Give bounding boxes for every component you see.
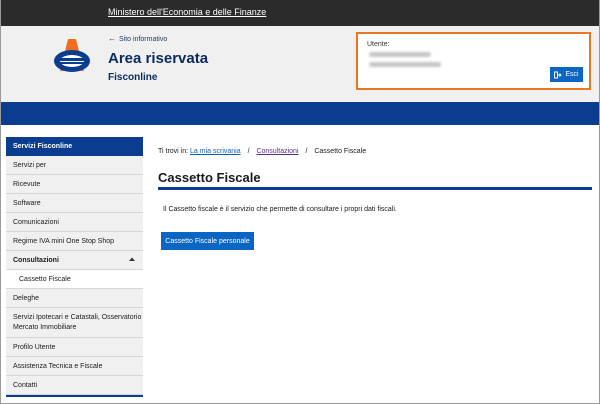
sidebar-item-regime-iva[interactable]: Regime IVA mini One Stop Shop <box>6 232 143 251</box>
sidebar-item-label: Profilo Utente <box>13 344 56 351</box>
window-border-left <box>0 0 1 404</box>
ministry-link[interactable]: Ministero dell'Economia e delle Finanze <box>108 7 266 17</box>
sidebar-item-assistenza[interactable]: Assistenza Tecnica e Fiscale <box>6 357 143 376</box>
breadcrumb: Ti trovi in: La mia scrivania / Consulta… <box>158 148 366 155</box>
sidebar-item-consultazioni[interactable]: Consultazioni <box>6 251 143 270</box>
nav-band <box>0 102 600 125</box>
sidebar-item-comunicazioni[interactable]: Comunicazioni <box>6 213 143 232</box>
ministry-topbar: Ministero dell'Economia e delle Finanze <box>0 0 600 26</box>
site-header: ← Sito informativo Area riservata Fisconl… <box>0 26 600 102</box>
title-divider <box>158 187 592 190</box>
user-box: Utente: Esci <box>356 32 591 90</box>
user-id-redacted <box>369 52 431 57</box>
sidebar-item-ricevute[interactable]: Ricevute <box>6 175 143 194</box>
sidebar-bottom-rule <box>6 395 143 397</box>
agenzia-entrate-logo-icon[interactable] <box>50 31 94 77</box>
cassetto-fiscale-personale-button[interactable]: Cassetto Fiscale personale <box>161 232 254 250</box>
user-label: Utente: <box>367 41 390 48</box>
sidebar: Servizi Fisconline Servizi per Ricevute … <box>6 137 143 397</box>
logout-icon <box>554 71 563 79</box>
arrow-left-icon: ← <box>108 34 116 43</box>
sidebar-item-label: Consultazioni <box>13 257 59 264</box>
sidebar-item-deleghe[interactable]: Deleghe <box>6 289 143 308</box>
page-description: Il Cassetto fiscale è il servizio che pe… <box>163 206 397 213</box>
exit-label: Esci <box>565 71 579 78</box>
breadcrumb-prefix: Ti trovi in: <box>158 148 189 155</box>
sidebar-item-label: Assistenza Tecnica e Fiscale <box>13 363 103 370</box>
sidebar-item-label: Regime IVA mini One Stop Shop <box>13 238 115 245</box>
site-info-link[interactable]: ← Sito informativo <box>108 34 167 43</box>
breadcrumb-separator: / <box>247 148 250 155</box>
breadcrumb-la-mia-scrivania[interactable]: La mia scrivania <box>190 148 241 155</box>
sidebar-item-software[interactable]: Software <box>6 194 143 213</box>
sidebar-item-label: Comunicazioni <box>13 219 59 226</box>
sidebar-item-label: Servizi Ipotecari e Catastali, Osservato… <box>13 314 142 331</box>
user-name-redacted <box>369 62 441 67</box>
sidebar-item-cassetto-fiscale[interactable]: Cassetto Fiscale <box>6 270 143 289</box>
sidebar-item-label: Software <box>13 200 41 207</box>
area-title: Area riservata <box>108 50 209 67</box>
sidebar-item-label: Cassetto Fiscale <box>19 276 71 283</box>
sidebar-item-label: Ricevute <box>13 181 41 188</box>
sidebar-heading: Servizi Fisconline <box>6 137 143 156</box>
sidebar-item-profilo-utente[interactable]: Profilo Utente <box>6 338 143 357</box>
area-subtitle: Fisconline <box>108 72 158 83</box>
sidebar-item-servizi-ipotecari[interactable]: Servizi Ipotecari e Catastali, Osservato… <box>6 308 143 338</box>
sidebar-item-label: Contatti <box>13 382 38 389</box>
breadcrumb-separator: / <box>305 148 308 155</box>
breadcrumb-current: Cassetto Fiscale <box>314 148 367 155</box>
sidebar-item-label: Deleghe <box>13 295 40 302</box>
page-title: Cassetto Fiscale <box>158 170 261 185</box>
exit-button[interactable]: Esci <box>550 67 583 82</box>
sidebar-item-label: Servizi per <box>13 162 47 169</box>
site-info-label: Sito informativo <box>119 36 168 43</box>
breadcrumb-consultazioni[interactable]: Consultazioni <box>256 148 298 155</box>
sidebar-item-contatti[interactable]: Contatti <box>6 376 143 395</box>
chevron-up-icon <box>128 256 136 264</box>
sidebar-item-servizi-per[interactable]: Servizi per <box>6 156 143 175</box>
